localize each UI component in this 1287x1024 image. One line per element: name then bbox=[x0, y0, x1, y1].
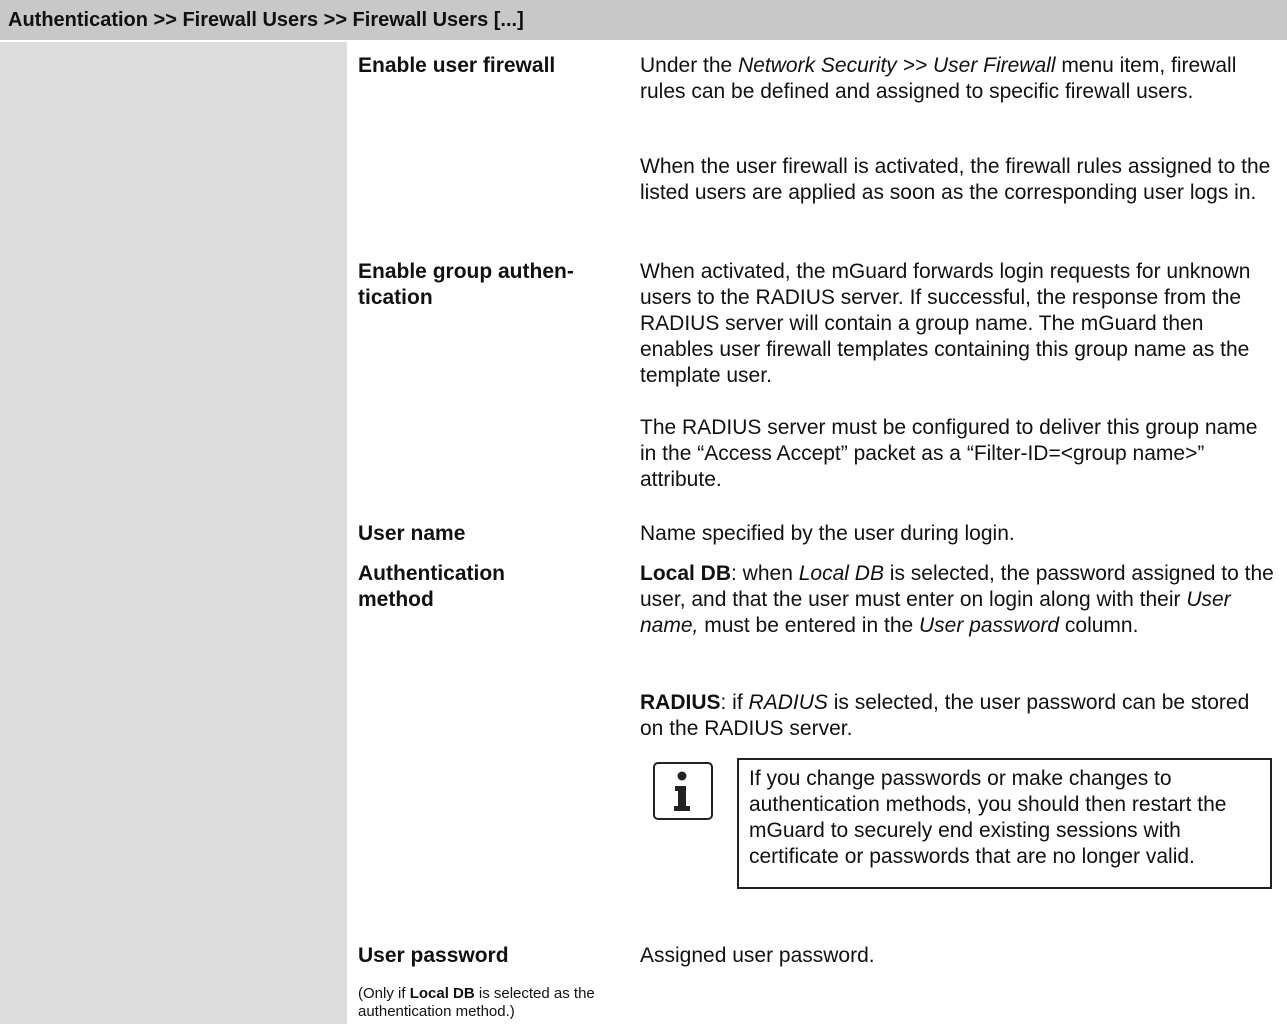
desc-local-db: Local DB: when Local DB is selected, the… bbox=[640, 561, 1278, 639]
label-user-password: User password bbox=[358, 944, 509, 967]
desc-radius: RADIUS: if RADIUS is selected, the user … bbox=[640, 690, 1278, 742]
label-line: tication bbox=[358, 286, 433, 309]
text: (Only if bbox=[358, 985, 410, 1002]
label-enable-group-authentication: Enable group authen- tication bbox=[358, 259, 618, 311]
user-password-note: (Only if Local DB is selected as the aut… bbox=[358, 985, 630, 1021]
term-radius: RADIUS bbox=[640, 691, 721, 714]
text-italic: Local DB bbox=[798, 562, 884, 585]
desc-user-name: Name specified by the user during login. bbox=[640, 522, 1015, 545]
text: column. bbox=[1059, 614, 1139, 637]
manual-page: Authentication >> Firewall Users >> Fire… bbox=[0, 0, 1287, 1024]
note-box: If you change passwords or make changes … bbox=[737, 758, 1272, 889]
desc-group-auth-1: When activated, the mGuard forwards logi… bbox=[640, 260, 1251, 387]
label-authentication-method: Authentication method bbox=[358, 561, 618, 613]
text: : when bbox=[731, 562, 799, 585]
desc-user-password: Assigned user password. bbox=[640, 944, 875, 967]
menu-path: Network Security >> User Firewall bbox=[738, 54, 1056, 77]
label-line: Authentication bbox=[358, 562, 505, 585]
term-local-db: Local DB bbox=[640, 562, 732, 585]
label-user-name: User name bbox=[358, 522, 466, 545]
desc-enable-user-firewall-1: Under the Network Security >> User Firew… bbox=[640, 53, 1278, 105]
label-enable-user-firewall: Enable user firewall bbox=[358, 54, 556, 77]
left-column bbox=[0, 42, 347, 1024]
text: : if bbox=[720, 691, 749, 714]
label-line: method bbox=[358, 588, 434, 611]
text-italic: RADIUS bbox=[748, 691, 828, 714]
label-line: Enable group authen- bbox=[358, 260, 574, 283]
info-icon bbox=[653, 762, 713, 820]
text: Under the bbox=[640, 54, 739, 77]
desc-enable-user-firewall-2: When the user firewall is activated, the… bbox=[640, 155, 1271, 204]
desc-group-auth-2: The RADIUS server must be configured to … bbox=[640, 416, 1258, 491]
text-italic: User password bbox=[919, 614, 1060, 637]
text-bold: Local DB bbox=[409, 985, 475, 1002]
section-header: Authentication >> Firewall Users >> Fire… bbox=[0, 0, 1287, 42]
breadcrumb-title: Authentication >> Firewall Users >> Fire… bbox=[8, 9, 524, 31]
text: must be entered in the bbox=[698, 614, 920, 637]
